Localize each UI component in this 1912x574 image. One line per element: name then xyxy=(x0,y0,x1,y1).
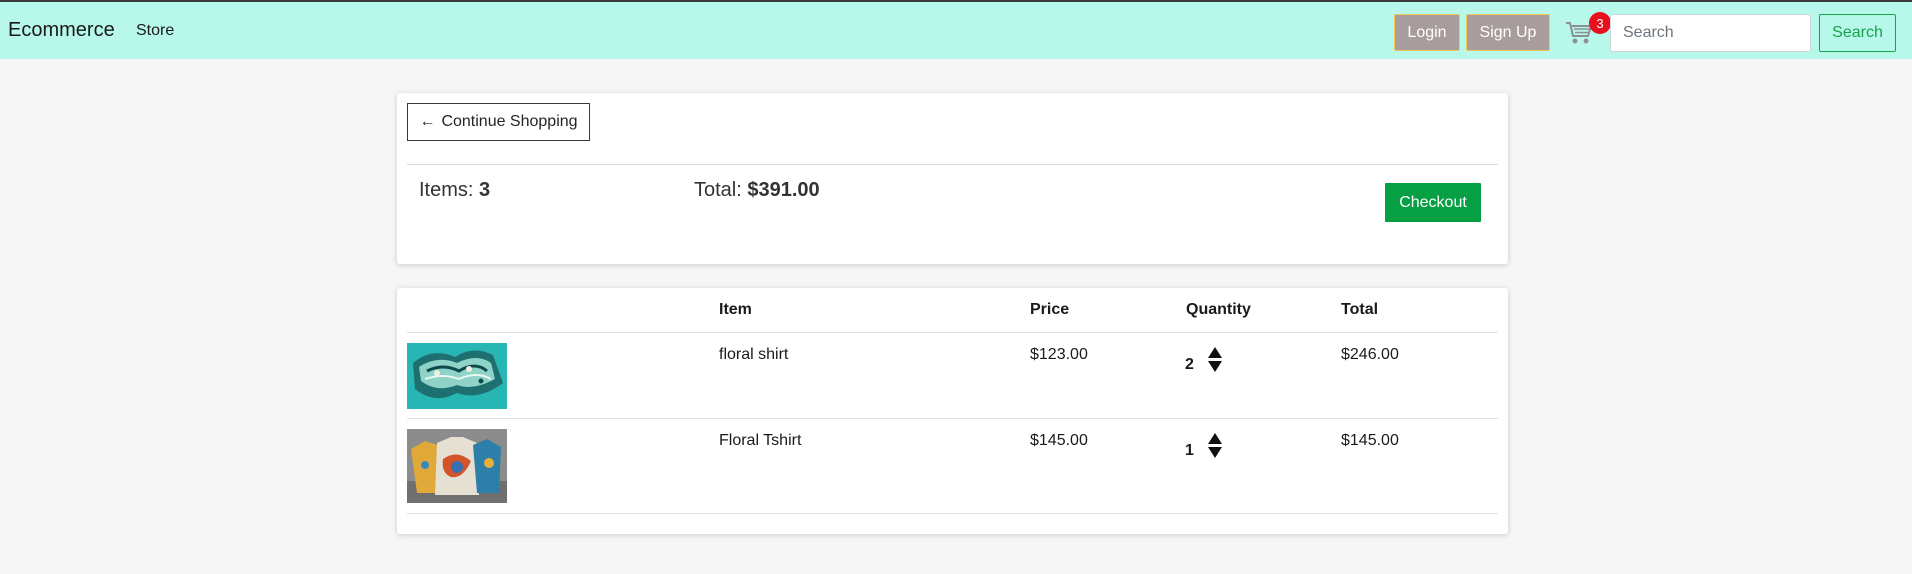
arrow-up-icon[interactable] xyxy=(1208,433,1222,444)
arrow-up-icon[interactable] xyxy=(1208,347,1222,358)
row-item-name: Floral Tshirt xyxy=(719,432,802,449)
items-label: Items: xyxy=(419,179,474,201)
top-navbar: Ecommerce Store Login Sign Up 3 Search xyxy=(0,0,1912,59)
cart-summary-card: ← Continue Shopping Items: 3 Total: $391… xyxy=(397,93,1508,264)
quantity-stepper xyxy=(1208,433,1222,459)
row-item-quantity: 2 xyxy=(1185,356,1194,373)
signup-button[interactable]: Sign Up xyxy=(1466,14,1550,51)
continue-shopping-label: Continue Shopping xyxy=(441,113,578,130)
row-item-total: $145.00 xyxy=(1341,432,1399,449)
continue-shopping-button[interactable]: ← Continue Shopping xyxy=(407,103,590,141)
items-count-value: 3 xyxy=(479,179,491,201)
items-count-text: Items: 3 xyxy=(419,179,490,202)
quantity-stepper xyxy=(1208,347,1222,373)
cart-total-value: $391.00 xyxy=(747,179,820,201)
row-item-price: $123.00 xyxy=(1030,346,1088,363)
search-button[interactable]: Search xyxy=(1819,14,1896,52)
row-item-price: $145.00 xyxy=(1030,432,1088,449)
summary-divider xyxy=(407,164,1498,165)
checkout-button[interactable]: Checkout xyxy=(1385,183,1481,222)
column-header-item: Item xyxy=(719,301,752,318)
brand-logo[interactable]: Ecommerce xyxy=(8,19,115,42)
cart-total-text: Total: $391.00 xyxy=(694,179,820,202)
column-header-quantity: Quantity xyxy=(1186,301,1251,318)
login-button[interactable]: Login xyxy=(1394,14,1460,51)
arrow-left-icon: ← xyxy=(419,113,436,130)
cart-count-badge: 3 xyxy=(1589,12,1611,34)
nav-link-store[interactable]: Store xyxy=(136,22,174,40)
product-image-floral-tshirt xyxy=(407,429,507,503)
product-image-floral-shirt xyxy=(407,343,507,409)
search-input[interactable] xyxy=(1610,14,1811,52)
arrow-down-icon[interactable] xyxy=(1208,361,1222,372)
row-item-name: floral shirt xyxy=(719,346,789,363)
row-item-total: $246.00 xyxy=(1341,346,1399,363)
total-label: Total: xyxy=(694,179,742,201)
arrow-down-icon[interactable] xyxy=(1208,447,1222,458)
row-divider xyxy=(407,513,1498,514)
cart-items-table: Item Price Quantity Total floral shirt $… xyxy=(397,288,1508,534)
row-divider xyxy=(407,418,1498,419)
column-header-total: Total xyxy=(1341,301,1379,318)
column-header-price: Price xyxy=(1030,301,1070,318)
row-item-quantity: 1 xyxy=(1185,442,1194,459)
header-divider xyxy=(407,332,1498,333)
